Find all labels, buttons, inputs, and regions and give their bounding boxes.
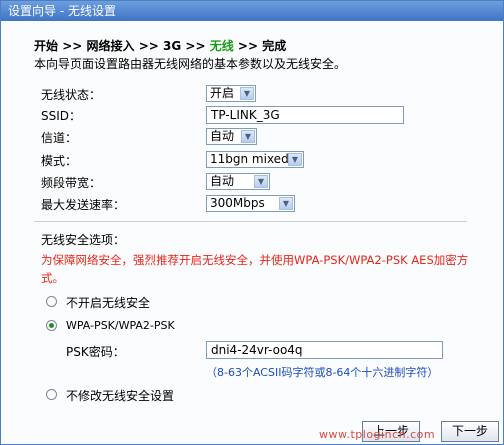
radio-selected-dot <box>49 323 54 328</box>
wizard-window: 设置向导 - 无线设置 开始 >> 网络接入 >> 3G >> 无线 >> 完成… <box>0 0 504 445</box>
chevron-down-icon: ▼ <box>240 87 254 100</box>
step-network: 网络接入 <box>86 39 135 53</box>
watermark: www.tplogincn.com <box>319 428 436 441</box>
wireless-status-label: 无线状态： <box>41 88 102 102</box>
bandwidth-select[interactable]: 自动 ▼ <box>206 173 270 190</box>
chevron-down-icon: ▼ <box>279 197 293 210</box>
wireless-status-value: 开启 <box>210 86 235 100</box>
radio-wpa-psk[interactable] <box>46 320 57 331</box>
step-wireless-current: 无线 <box>209 39 234 53</box>
psk-password-label: PSK密码： <box>66 345 125 359</box>
wizard-steps: 开始 >> 网络接入 >> 3G >> 无线 >> 完成 <box>34 37 286 54</box>
security-warning-line2: 式。 <box>41 271 64 285</box>
step-3g: 3G <box>163 39 182 53</box>
security-options-title: 无线安全选项： <box>41 233 126 247</box>
option-security-off-label: 不开启无线安全 <box>66 296 151 310</box>
channel-value: 自动 <box>210 129 235 143</box>
wireless-status-select[interactable]: 开启 ▼ <box>206 85 256 102</box>
option-keep-security-label: 不修改无线安全设置 <box>66 389 175 403</box>
max-rate-value: 300Mbps <box>210 196 265 210</box>
step-separator: >> <box>138 39 159 53</box>
next-button[interactable]: 下一步 <box>441 421 499 442</box>
step-separator: >> <box>62 39 83 53</box>
chevron-down-icon: ▼ <box>288 153 302 166</box>
chevron-down-icon: ▼ <box>254 175 268 188</box>
channel-label: 信道： <box>41 131 78 145</box>
chevron-down-icon: ▼ <box>241 130 255 143</box>
step-finish: 完成 <box>262 39 287 53</box>
channel-select[interactable]: 自动 ▼ <box>206 128 257 145</box>
psk-password-input[interactable]: dni4-24vr-oo4q <box>206 341 443 359</box>
ssid-input[interactable]: TP-LINK_3G <box>206 106 404 124</box>
radio-keep-security[interactable] <box>46 389 57 400</box>
ssid-label: SSID： <box>41 109 82 123</box>
radio-security-off[interactable] <box>46 296 57 307</box>
option-wpa-psk-label: WPA-PSK/WPA2-PSK <box>66 319 175 332</box>
step-start: 开始 <box>34 39 59 53</box>
mode-value: 11bgn mixed <box>210 152 289 166</box>
step-separator: >> <box>185 39 206 53</box>
mode-select[interactable]: 11bgn mixed ▼ <box>206 151 304 168</box>
max-rate-select[interactable]: 300Mbps ▼ <box>206 195 295 212</box>
wizard-content: 开始 >> 网络接入 >> 3G >> 无线 >> 完成 本向导页面设置路由器无… <box>1 21 503 444</box>
divider <box>34 221 467 222</box>
bandwidth-value: 自动 <box>210 174 235 188</box>
bandwidth-label: 频段带宽： <box>41 176 102 190</box>
step-separator: >> <box>237 39 258 53</box>
security-warning-line1: 为保障网络安全，强烈推荐开启无线安全，并使用WPA-PSK/WPA2-PSK A… <box>41 253 469 267</box>
intro-text: 本向导页面设置路由器无线网络的基本参数以及无线安全。 <box>34 57 347 71</box>
psk-hint: （8-63个ACSII码字符或8-64个十六进制字符） <box>206 366 439 379</box>
mode-label: 模式： <box>41 154 78 168</box>
window-title: 设置向导 - 无线设置 <box>1 1 503 21</box>
max-rate-label: 最大发送速率： <box>41 198 126 212</box>
